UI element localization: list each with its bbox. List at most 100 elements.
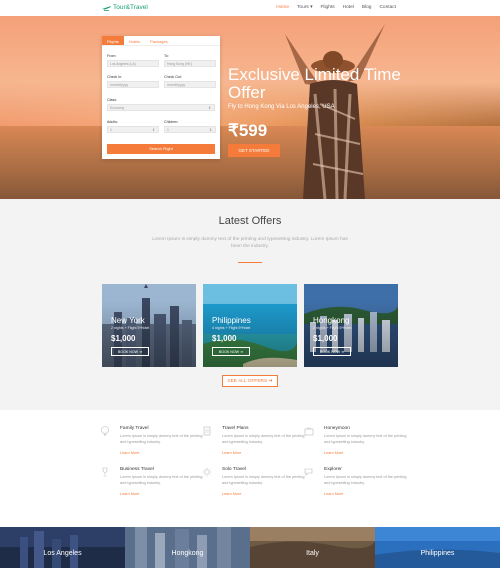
learn-more-link[interactable]: Learn More xyxy=(222,451,241,455)
card-city: New York xyxy=(111,316,145,325)
feature-desc: Lorem Ipsum is simply dummy text of the … xyxy=(120,434,203,444)
logo-text: Tour&Travel xyxy=(113,4,148,11)
learn-more-link[interactable]: Learn More xyxy=(222,492,241,496)
adults-label: Adults: xyxy=(107,120,118,124)
see-all-offers-button[interactable]: SEE ALL OFFERS ➜ xyxy=(222,375,278,387)
children-label: Children: xyxy=(164,120,179,124)
destination-label: Hongkong xyxy=(171,550,204,557)
checkout-field[interactable]: mm/dd/yyyy xyxy=(164,81,216,88)
book-now-button[interactable]: BOOK NOW ➜ xyxy=(313,347,351,356)
booking-form: Flights Hotels Packages From: Los Angele… xyxy=(102,36,220,159)
feature-title: Travel Plans xyxy=(222,426,249,431)
feature-title: Honeymoon xyxy=(324,426,350,431)
hero-title: Exclusive Limited Time Offer xyxy=(228,65,401,102)
features-section: Family Travel Lorem Ipsum is simply dumm… xyxy=(0,410,500,527)
feature-title: Business Travel xyxy=(120,467,154,472)
destinations-strip: Los Angeles Hongkong Italy Philippines xyxy=(0,527,500,568)
destination-label: Los Angeles xyxy=(43,550,82,557)
suitcase-icon xyxy=(304,427,314,436)
adults-select-value: 1 xyxy=(110,128,112,132)
from-label: From: xyxy=(107,54,117,58)
class-label: Class: xyxy=(107,98,117,102)
offer-card-new-york[interactable]: New York 2 nights + Flight 5*Hotel $1,00… xyxy=(102,284,196,367)
checkin-field[interactable]: mm/dd/yyyy xyxy=(107,81,159,88)
card-meta: 4 nights + Flight 5*Hotel xyxy=(212,326,251,330)
hero-price: ₹599 xyxy=(228,121,268,140)
learn-more-link[interactable]: Learn More xyxy=(120,492,139,496)
adults-select[interactable]: 1 ⇕ xyxy=(107,126,159,133)
search-flight-button[interactable]: Search Flight xyxy=(107,144,215,154)
nav-item-flights[interactable]: Flights xyxy=(321,5,335,10)
feature-desc: Lorem Ipsum is simply dummy text of the … xyxy=(120,475,203,485)
sun-icon xyxy=(202,467,212,477)
los-angeles-image xyxy=(0,527,125,568)
chevron-down-icon: ▾ xyxy=(310,5,313,10)
nav-menu: Home Tours ▾ Flights Hotel Blog Contact xyxy=(276,5,396,10)
nav-item-contact[interactable]: Contact xyxy=(379,5,396,10)
card-meta: 2 nights + Flight 5*Hotel xyxy=(111,326,150,330)
destination-hongkong[interactable]: Hongkong xyxy=(125,527,250,568)
checkin-label: Check In: xyxy=(107,75,123,79)
section-divider xyxy=(238,262,262,263)
offer-card-hongkong[interactable]: Hongkong 2 nights + Flight 5*Hotel $1,00… xyxy=(304,284,398,367)
destination-philippines[interactable]: Philippines xyxy=(375,527,500,568)
card-meta: 2 nights + Flight 5*Hotel xyxy=(313,326,352,330)
class-select[interactable]: Economy ⇕ xyxy=(107,104,215,111)
italy-image xyxy=(250,527,375,568)
feature-desc: Lorem Ipsum is simply dummy text of the … xyxy=(222,434,305,444)
book-now-button[interactable]: BOOK NOW ➜ xyxy=(111,347,149,356)
top-navbar: Tour&Travel Home Tours ▾ Flights Hotel B… xyxy=(0,0,500,16)
offer-card-philippines[interactable]: Philippines 4 nights + Flight 5*Hotel $1… xyxy=(203,284,297,367)
book-now-button[interactable]: BOOK NOW ➜ xyxy=(212,347,250,356)
card-price: $1,000 xyxy=(111,334,136,343)
nav-item-home[interactable]: Home xyxy=(276,5,289,10)
offers-description: Lorem Ipsum is simply dummy text of the … xyxy=(152,237,348,249)
booking-tabs: Flights Hotels Packages xyxy=(102,36,220,46)
get-started-button[interactable]: GET STARTED xyxy=(228,144,280,157)
card-price: $1,000 xyxy=(313,334,338,343)
nav-item-tours-label: Tours xyxy=(297,5,309,10)
children-select[interactable]: 1 ⇕ xyxy=(164,126,216,133)
trophy-icon xyxy=(102,467,108,477)
nav-item-blog[interactable]: Blog xyxy=(362,5,372,10)
to-label: To: xyxy=(164,54,169,58)
latest-offers-section: Latest Offers Lorem Ipsum is simply dumm… xyxy=(0,199,500,410)
destination-label: Philippines xyxy=(420,550,455,557)
feature-desc: Lorem Ipsum is simply dummy text of the … xyxy=(324,434,407,444)
learn-more-link[interactable]: Learn More xyxy=(324,492,343,496)
chat-icon xyxy=(304,468,313,476)
feature-title: Family Travel xyxy=(120,426,149,431)
tab-flights[interactable]: Flights xyxy=(102,36,124,45)
nav-item-tours[interactable]: Tours ▾ xyxy=(297,5,313,10)
select-caret-icon: ⇕ xyxy=(209,128,212,132)
tab-packages[interactable]: Packages xyxy=(145,36,173,45)
card-city: Philippines xyxy=(212,316,251,325)
destination-los-angeles[interactable]: Los Angeles xyxy=(0,527,125,568)
document-icon xyxy=(203,426,211,436)
class-select-value: Economy xyxy=(110,106,125,110)
card-price: $1,000 xyxy=(212,334,237,343)
checkout-label: Check Out: xyxy=(164,75,182,79)
select-caret-icon: ⇕ xyxy=(208,106,211,110)
learn-more-link[interactable]: Learn More xyxy=(324,451,343,455)
card-city: Hongkong xyxy=(313,316,350,325)
philippines-dest-image xyxy=(375,527,500,568)
destination-italy[interactable]: Italy xyxy=(250,527,375,568)
select-caret-icon: ⇕ xyxy=(152,128,155,132)
from-field[interactable]: Los Angeles (LA) xyxy=(107,60,159,67)
nav-item-hotel[interactable]: Hotel xyxy=(343,5,354,10)
hero-banner: Exclusive Limited Time Offer Fly to Hong… xyxy=(0,16,500,199)
hero-subtitle: Fly to Hong Kong Via Los Angeles, USA xyxy=(228,104,335,110)
feature-title: Explorer xyxy=(324,467,342,472)
feature-desc: Lorem Ipsum is simply dummy text of the … xyxy=(324,475,407,485)
offers-title: Latest Offers xyxy=(218,215,282,227)
feature-desc: Lorem Ipsum is simply dummy text of the … xyxy=(222,475,305,485)
learn-more-link[interactable]: Learn More xyxy=(120,451,139,455)
logo[interactable]: Tour&Travel xyxy=(102,4,148,11)
airplane-icon xyxy=(102,5,111,11)
children-select-value: 1 xyxy=(167,128,169,132)
feature-title: Solo Travel xyxy=(222,467,246,472)
to-field[interactable]: Hong Kong (HK) xyxy=(164,60,216,67)
tab-hotels[interactable]: Hotels xyxy=(124,36,145,45)
balloon-icon xyxy=(101,426,109,436)
